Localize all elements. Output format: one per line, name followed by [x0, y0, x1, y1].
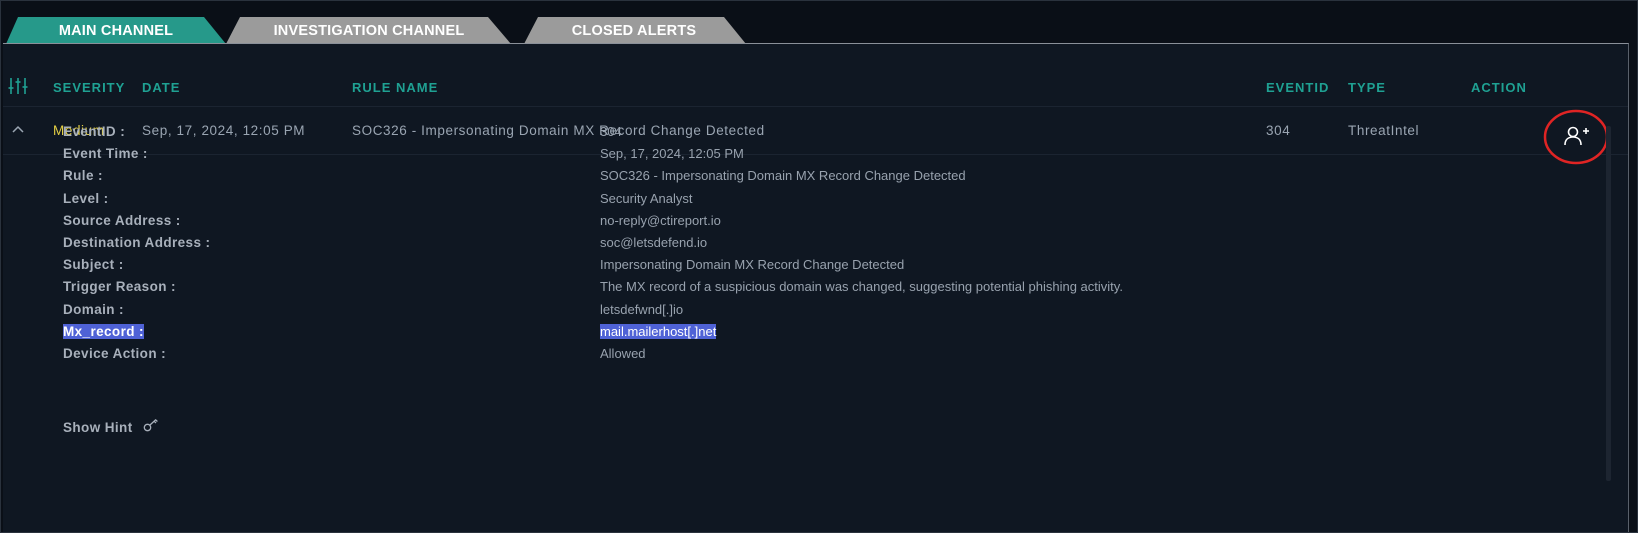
detail-label: Destination Address : — [63, 234, 211, 250]
detail-rule: Rule : SOC326 - Impersonating Domain MX … — [60, 168, 1540, 190]
header-action: ACTION — [1471, 80, 1527, 95]
detail-value: soc@letsdefend.io — [600, 234, 708, 250]
detail-label: Event Time : — [63, 146, 148, 162]
detail-trigger-reason: Trigger Reason : The MX record of a susp… — [60, 279, 1540, 301]
detail-value: mail.mailerhost[.]net — [600, 323, 717, 339]
show-hint-label: Show Hint — [63, 420, 133, 435]
channel-tabs: CLOSED ALERTS INVESTIGATION CHANNEL MAIN… — [6, 17, 766, 44]
detail-value: The MX record of a suspicious domain was… — [600, 279, 1123, 295]
details-scrollbar[interactable] — [1606, 126, 1611, 481]
detail-value: SOC326 - Impersonating Domain MX Record … — [600, 168, 966, 184]
detail-eventid: EventID : 304 — [60, 124, 1540, 146]
detail-label: Device Action : — [63, 345, 167, 361]
detail-label: Subject : — [63, 257, 124, 273]
key-icon — [143, 419, 158, 432]
detail-subject: Subject : Impersonating Domain MX Record… — [60, 257, 1540, 279]
column-filter-icon[interactable] — [8, 77, 28, 95]
detail-value: Security Analyst — [600, 190, 693, 206]
tab-label: INVESTIGATION CHANNEL — [273, 22, 465, 39]
detail-value: Allowed — [600, 345, 646, 361]
tab-label: MAIN CHANNEL — [58, 22, 174, 39]
detail-label: EventID : — [63, 124, 126, 139]
detail-label: Trigger Reason : — [63, 279, 176, 295]
assign-user-icon — [1543, 109, 1609, 165]
detail-value: no-reply@ctireport.io — [600, 212, 721, 228]
detail-label: Mx_record : — [63, 323, 144, 339]
table-header: SEVERITY DATE RULE NAME EVENTID TYPE ACT… — [3, 60, 1628, 107]
detail-destination-address: Destination Address : soc@letsdefend.io — [60, 235, 1540, 257]
tab-label: CLOSED ALERTS — [571, 22, 697, 39]
tab-investigation-channel[interactable]: INVESTIGATION CHANNEL — [226, 17, 534, 44]
detail-label: Source Address : — [63, 212, 181, 228]
detail-mx-record: Mx_record : mail.mailerhost[.]net — [60, 323, 1540, 346]
header-date[interactable]: DATE — [142, 80, 180, 95]
assign-user-button[interactable] — [1543, 109, 1609, 165]
header-eventid[interactable]: EVENTID — [1266, 80, 1329, 95]
detail-source-address: Source Address : no-reply@ctireport.io — [60, 213, 1540, 235]
detail-value: Sep, 17, 2024, 12:05 PM — [600, 146, 744, 162]
alert-details: EventID : 304 Event Time : Sep, 17, 2024… — [60, 124, 1540, 368]
detail-event-time: Event Time : Sep, 17, 2024, 12:05 PM — [60, 146, 1540, 168]
header-type[interactable]: TYPE — [1348, 80, 1386, 95]
header-rule-name[interactable]: RULE NAME — [352, 80, 438, 95]
header-severity[interactable]: SEVERITY — [53, 80, 125, 95]
show-hint-button[interactable]: Show Hint — [63, 418, 159, 435]
detail-value: letsdefwnd[.]io — [600, 301, 684, 317]
detail-value: Impersonating Domain MX Record Change De… — [600, 257, 905, 273]
detail-device-action: Device Action : Allowed — [60, 346, 1540, 368]
detail-domain: Domain : letsdefwnd[.]io — [60, 302, 1540, 324]
tab-closed-alerts[interactable]: CLOSED ALERTS — [524, 17, 764, 44]
detail-label: Rule : — [63, 168, 103, 184]
detail-label: Domain : — [63, 301, 124, 317]
detail-level: Level : Security Analyst — [60, 191, 1540, 213]
tab-main-channel[interactable]: MAIN CHANNEL — [6, 17, 234, 44]
detail-value: 304 — [600, 124, 622, 139]
chevron-up-icon[interactable] — [11, 123, 25, 137]
detail-label: Level : — [63, 190, 109, 206]
